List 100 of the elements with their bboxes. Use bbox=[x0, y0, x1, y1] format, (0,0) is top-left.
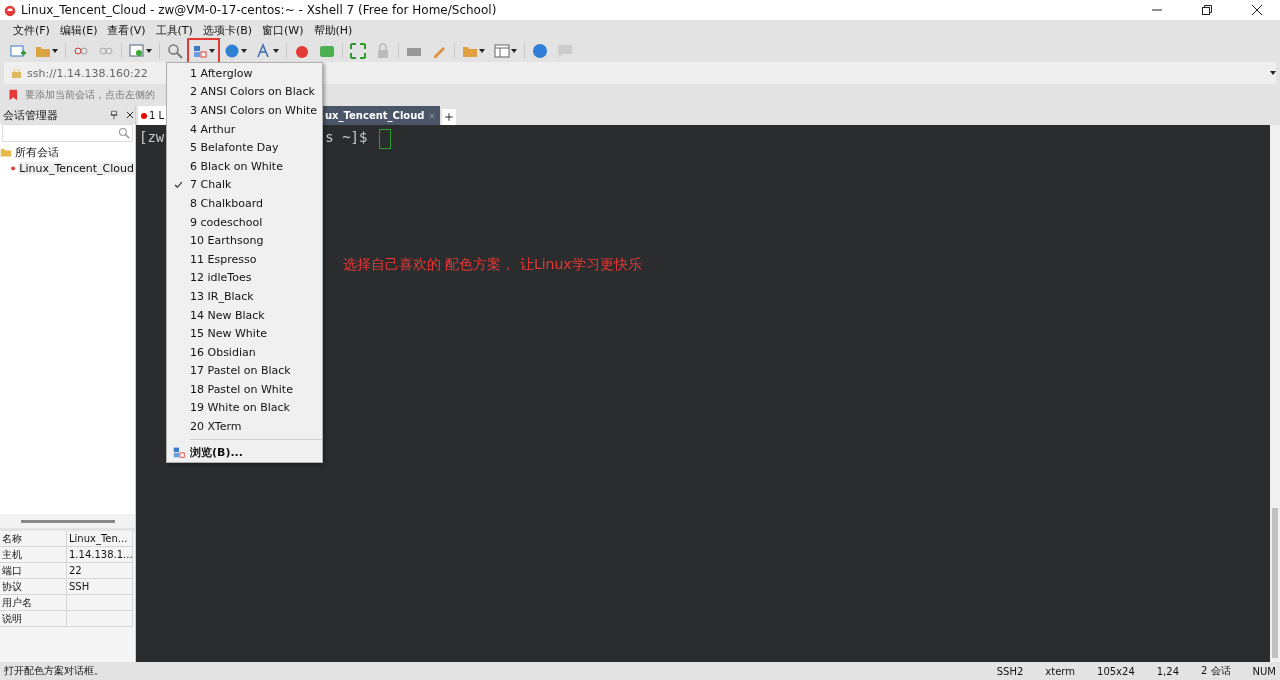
menu-option[interactable]: 16 Obsidian bbox=[167, 342, 322, 362]
terminal-cursor bbox=[379, 129, 392, 149]
menu-option-label: 20 XTerm bbox=[190, 420, 242, 434]
menu-option-label: 9 codeschool bbox=[190, 215, 263, 229]
menu-option[interactable]: 14 New Black bbox=[167, 305, 322, 325]
caret-icon bbox=[209, 49, 215, 53]
caret-icon bbox=[511, 49, 517, 53]
new-window-icon bbox=[10, 43, 26, 59]
empty-cell bbox=[67, 595, 133, 611]
property-name: 名称 bbox=[0, 531, 67, 547]
status-field: NUM bbox=[1252, 665, 1276, 677]
menu-option-label: 11 Espresso bbox=[190, 252, 257, 266]
terminal-text: [zw bbox=[139, 129, 165, 145]
search-icon bbox=[167, 43, 183, 59]
empty-cell bbox=[67, 611, 133, 627]
menu-option[interactable]: 15 New White bbox=[167, 324, 322, 343]
menu-option-label: 17 Pastel on Black bbox=[190, 364, 291, 378]
status-field: 1,24 bbox=[1156, 665, 1179, 677]
status-field: 105x24 bbox=[1097, 665, 1135, 677]
property-name: 主机 bbox=[0, 547, 67, 563]
menu-option-label: 15 New White bbox=[190, 327, 267, 341]
caret-icon bbox=[52, 49, 58, 53]
splitter-handle[interactable] bbox=[20, 519, 115, 523]
menu-option[interactable]: 4 Arthur bbox=[167, 119, 322, 139]
menu-option-label: 5 Belafonte Day bbox=[190, 141, 279, 155]
menu-option[interactable]: 18 Pastel on White bbox=[167, 380, 322, 399]
menu-option-label: 7 Chalk bbox=[190, 178, 232, 192]
status-message: 打开配色方案对话框。 bbox=[4, 664, 105, 678]
close-icon bbox=[1252, 5, 1262, 15]
menu-option[interactable]: 10 Earthsong bbox=[167, 231, 322, 250]
menu-option-label: 3 ANSI Colors on White bbox=[190, 104, 318, 117]
new-tab-button[interactable] bbox=[441, 109, 456, 125]
caret-icon bbox=[273, 49, 279, 53]
property-name: 端口 bbox=[0, 563, 67, 579]
menu-option-label: 8 Chalkboard bbox=[190, 196, 264, 210]
caret-icon bbox=[479, 49, 485, 53]
menu-item[interactable]: 窗口(W) bbox=[257, 22, 309, 38]
status-dot bbox=[141, 112, 147, 119]
annotation-text: 选择自己喜欢的 配色方案， 让Linux学习更快乐 bbox=[343, 256, 642, 274]
menu-item[interactable]: 选项卡(B) bbox=[197, 22, 258, 38]
fullscreen-button[interactable] bbox=[348, 41, 368, 61]
menu-option[interactable]: 6 Black on White bbox=[167, 156, 322, 176]
menu-item[interactable]: 帮助(H) bbox=[308, 22, 358, 38]
terminal-text: s ~]$ bbox=[325, 129, 368, 145]
menu-item[interactable]: 文件(F) bbox=[8, 22, 55, 38]
settings-icon bbox=[129, 43, 145, 59]
menu-item[interactable]: 查看(V) bbox=[102, 22, 151, 38]
menu-option[interactable]: 11 Espresso bbox=[167, 249, 322, 269]
property-value: Linux_Ten... bbox=[67, 531, 133, 547]
menu-option[interactable]: 5 Belafonte Day bbox=[167, 138, 322, 157]
window-title: Linux_Tencent_Cloud - zw@VM-0-17-centos:~ - Xshell 7 (Free for Home/School) bbox=[21, 3, 498, 17]
address-text: ssh://1.14.138.160:22 bbox=[27, 66, 148, 80]
scrollbar-thumb[interactable] bbox=[1272, 508, 1278, 658]
menu-option[interactable]: 9 codeschool bbox=[167, 212, 322, 232]
menu-option[interactable]: 8 Chalkboard bbox=[167, 194, 322, 213]
menu-item[interactable]: 工具(T) bbox=[150, 22, 198, 38]
property-value: SSH bbox=[67, 579, 133, 595]
menu-item[interactable]: 编辑(E) bbox=[54, 22, 103, 38]
expand-icon bbox=[350, 43, 366, 59]
caret-icon bbox=[146, 49, 152, 53]
property-name: 用户名 bbox=[0, 595, 67, 611]
menu-option-label: 19 White on Black bbox=[190, 401, 290, 415]
search-button[interactable] bbox=[165, 41, 185, 61]
color-scheme-icon bbox=[192, 43, 208, 59]
menu-option[interactable]: 2 ANSI Colors on Black bbox=[167, 82, 322, 102]
menu-option[interactable]: 浏览(B)... bbox=[167, 442, 322, 462]
session-tab[interactable]: 1 L bbox=[138, 106, 168, 125]
menu-option-label: 6 Black on White bbox=[190, 159, 283, 173]
menu-option[interactable]: 19 White on Black bbox=[167, 398, 322, 418]
menu-option[interactable]: 13 IR_Black bbox=[167, 287, 322, 306]
restore-icon bbox=[1202, 5, 1212, 15]
menu-option[interactable]: 1 Afterglow bbox=[167, 64, 322, 83]
caret-icon bbox=[1270, 71, 1276, 75]
session-tab[interactable]: ux_Tencent_Cloud bbox=[323, 106, 440, 125]
layout-icon bbox=[494, 43, 510, 59]
search-field[interactable] bbox=[2, 124, 133, 142]
menu-option[interactable]: 17 Pastel on Black bbox=[167, 361, 322, 381]
menu-option[interactable]: 3 ANSI Colors on White bbox=[167, 101, 322, 120]
status-field: xterm bbox=[1045, 665, 1075, 677]
search-icon bbox=[118, 125, 130, 141]
session-tree-item[interactable]: 所有会话 bbox=[14, 144, 60, 160]
menu-option-label: 16 Obsidian bbox=[190, 345, 256, 359]
menu-option[interactable]: 7 Chalk bbox=[167, 175, 322, 195]
property-name: 协议 bbox=[0, 579, 67, 595]
lock-icon bbox=[375, 43, 391, 59]
menu-option-label: 1 Afterglow bbox=[190, 66, 253, 80]
status-field: 2 会话 bbox=[1201, 664, 1231, 678]
property-name: 说明 bbox=[0, 611, 67, 627]
session-tree-item[interactable]: Linux_Tencent_Cloud bbox=[18, 161, 135, 175]
layout-button[interactable] bbox=[492, 41, 519, 61]
panel-title: 会话管理器 bbox=[3, 107, 59, 123]
menu-option-label: 10 Earthsong bbox=[190, 234, 264, 248]
info-text: 要添加当前会话，点击左侧的 bbox=[25, 88, 155, 102]
menu-option[interactable]: 12 idleToes bbox=[167, 268, 322, 288]
menu-option-label: 13 IR_Black bbox=[190, 289, 254, 303]
caret-icon bbox=[241, 49, 247, 53]
property-value: 22 bbox=[67, 563, 133, 579]
color-scheme-button[interactable] bbox=[190, 41, 217, 61]
menu-option[interactable]: 20 XTerm bbox=[167, 417, 322, 436]
menu-option-label: 4 Arthur bbox=[190, 122, 236, 136]
